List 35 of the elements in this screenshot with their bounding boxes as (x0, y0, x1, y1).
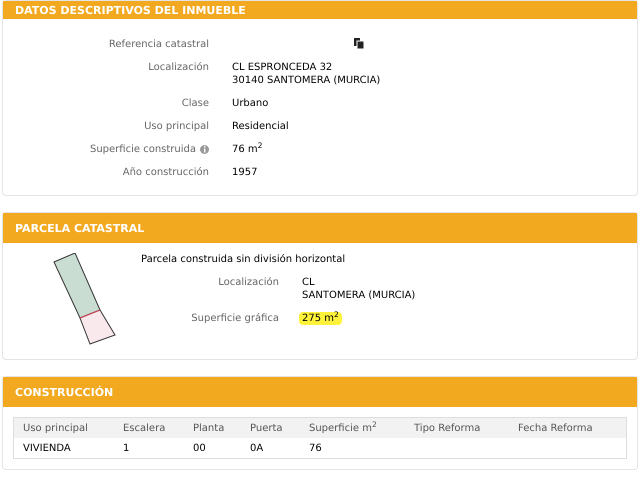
column-header: Tipo Reforma (414, 422, 482, 436)
field-label: Localización (218, 276, 279, 289)
table-cell-text: 1 (123, 442, 130, 456)
table-cell-text: 76 (309, 442, 323, 456)
field-label: Uso principal (144, 120, 209, 133)
field-label: Año construcción (122, 166, 209, 179)
column-header: Superficie m$^{2}$ (309, 420, 378, 436)
field-value: 1957 (232, 166, 258, 179)
field-value: SANTOMERA (MURCIA) (302, 289, 416, 302)
field-label: Localización (148, 61, 209, 74)
section-title: CONSTRUCCIÓN (15, 386, 114, 398)
copy-icon[interactable] (354, 38, 364, 49)
field-value: Residencial (232, 120, 289, 133)
field-label: Referencia catastral (108, 38, 209, 51)
table-cell-text: 00 (193, 442, 207, 456)
field-value: 76 m$^{2}$ (232, 143, 262, 156)
column-header: Puerta (250, 422, 284, 436)
field-label: Clase (182, 97, 209, 110)
field-value: CL ESPRONCEDA 32 (232, 61, 334, 74)
field-value: CL (302, 276, 316, 289)
table-cell-text: VIVIENDA (23, 442, 72, 456)
field-label: Superficie gráfica (191, 312, 279, 325)
column-header: Uso principal (23, 422, 89, 436)
section-title: PARCELA CATASTRAL (15, 222, 144, 234)
column-header: Planta (193, 422, 226, 436)
field-value: 30140 SANTOMERA (MURCIA) (232, 74, 380, 87)
field-value: Urbano (232, 97, 268, 110)
column-header: Fecha Reforma (518, 422, 594, 436)
parcel-subtitle: Parcela construida sin división horizontal (141, 253, 346, 266)
column-header: Escalera (123, 422, 166, 436)
field-value: 275 m$^{2}$ (299, 312, 342, 325)
section-title: DATOS DESCRIPTIVOS DEL INMUEBLE (15, 4, 246, 16)
table-cell-text: 0A (250, 442, 264, 456)
field-label: Superficie construida (90, 143, 196, 156)
info-icon[interactable] (200, 145, 209, 154)
